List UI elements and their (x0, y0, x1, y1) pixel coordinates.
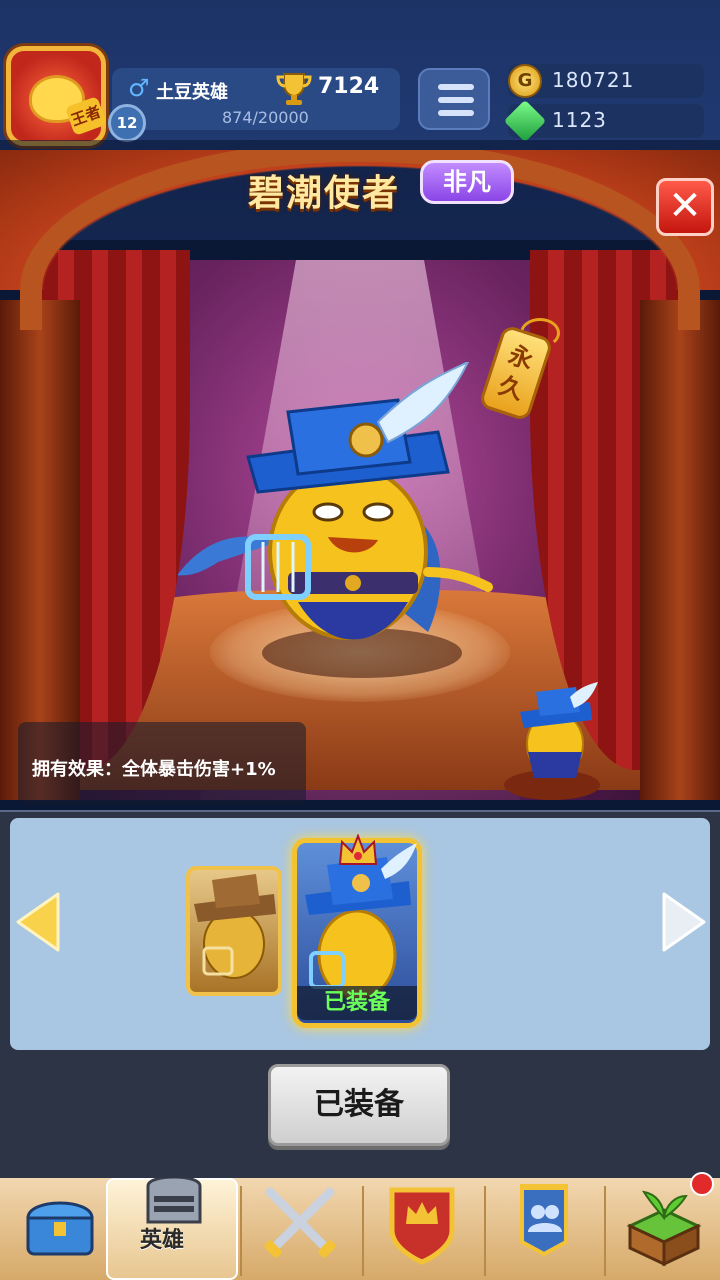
mini-hero-preview (520, 682, 598, 778)
menu-icon (438, 84, 474, 90)
owned-effect-text: 拥有效果：全体暴击伤害+1% (32, 759, 276, 780)
guild-banner-icon[interactable] (484, 1178, 604, 1280)
equip-button[interactable]: 已装备 (268, 1064, 450, 1146)
menu-button[interactable] (418, 68, 490, 130)
hero-skin-title: 碧潮使者 (248, 173, 401, 214)
nav-label-heroes: 英雄 (140, 1228, 185, 1253)
default-skin-portrait (194, 874, 276, 979)
close-button[interactable]: ✕ (656, 178, 714, 236)
nav-divider (484, 1186, 486, 1276)
notification-dot (690, 1172, 714, 1196)
crown-shield-icon[interactable] (362, 1178, 482, 1280)
previous-arrow-icon[interactable] (14, 890, 62, 954)
equipped-label: 已装备 (297, 986, 417, 1020)
menu-icon (438, 110, 474, 116)
rarity-badge: 非凡 (420, 160, 514, 204)
player-level-badge: 12 (108, 104, 146, 142)
experience-text: 874/20000 (222, 108, 309, 127)
crossed-swords-icon[interactable] (240, 1178, 360, 1280)
trophy-count: 7124 (318, 74, 380, 99)
crown-icon (338, 834, 378, 865)
pillar-right (640, 300, 720, 800)
gem-amount: 1123 (552, 108, 607, 132)
next-arrow-icon[interactable] (660, 890, 708, 954)
coin-amount: 180721 (552, 68, 635, 92)
nav-divider (362, 1186, 364, 1276)
menu-icon (438, 97, 474, 103)
treasure-chest-icon[interactable] (0, 1178, 120, 1280)
skin-card-default[interactable] (186, 866, 282, 996)
male-icon: ♂ (128, 74, 150, 102)
trophy-icon (276, 73, 312, 105)
player-avatar[interactable]: 王者 (6, 46, 108, 146)
close-icon: ✕ (668, 183, 702, 229)
coin-icon: G (508, 64, 542, 98)
nav-divider (240, 1186, 242, 1276)
hero-character (178, 362, 493, 640)
nav-divider (604, 1186, 606, 1276)
player-name: 土豆英雄 (156, 82, 228, 103)
